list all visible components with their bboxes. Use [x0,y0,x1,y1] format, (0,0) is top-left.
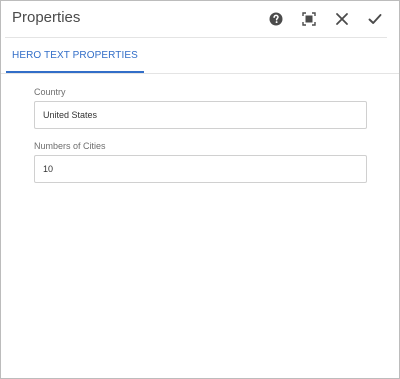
tab-label: HERO TEXT PROPERTIES [12,49,138,61]
active-tab-indicator [6,71,144,73]
help-icon [269,12,283,26]
tab-bar: HERO TEXT PROPERTIES [1,38,399,74]
cities-label: Numbers of Cities [34,141,106,151]
dialog-toolbar [255,7,387,31]
properties-dialog: Properties HERO TEXT PROPERTIES Country … [0,0,400,379]
country-label: Country [34,87,66,97]
tab-hero-text-properties[interactable]: HERO TEXT PROPERTIES [6,38,144,73]
dialog-titlebar: Properties [1,1,399,37]
cancel-button[interactable] [330,7,354,31]
fullscreen-button[interactable] [297,7,321,31]
country-input[interactable] [34,101,367,129]
fullscreen-icon [302,12,316,26]
cities-input[interactable] [34,155,367,183]
cities-field-group: Numbers of Cities [34,140,367,183]
country-field-group: Country [34,86,367,129]
close-icon [336,13,348,25]
dialog-title: Properties [12,9,81,26]
checkmark-icon [368,14,382,24]
done-button[interactable] [363,7,387,31]
properties-form: Country Numbers of Cities [34,86,367,194]
help-button[interactable] [264,7,288,31]
